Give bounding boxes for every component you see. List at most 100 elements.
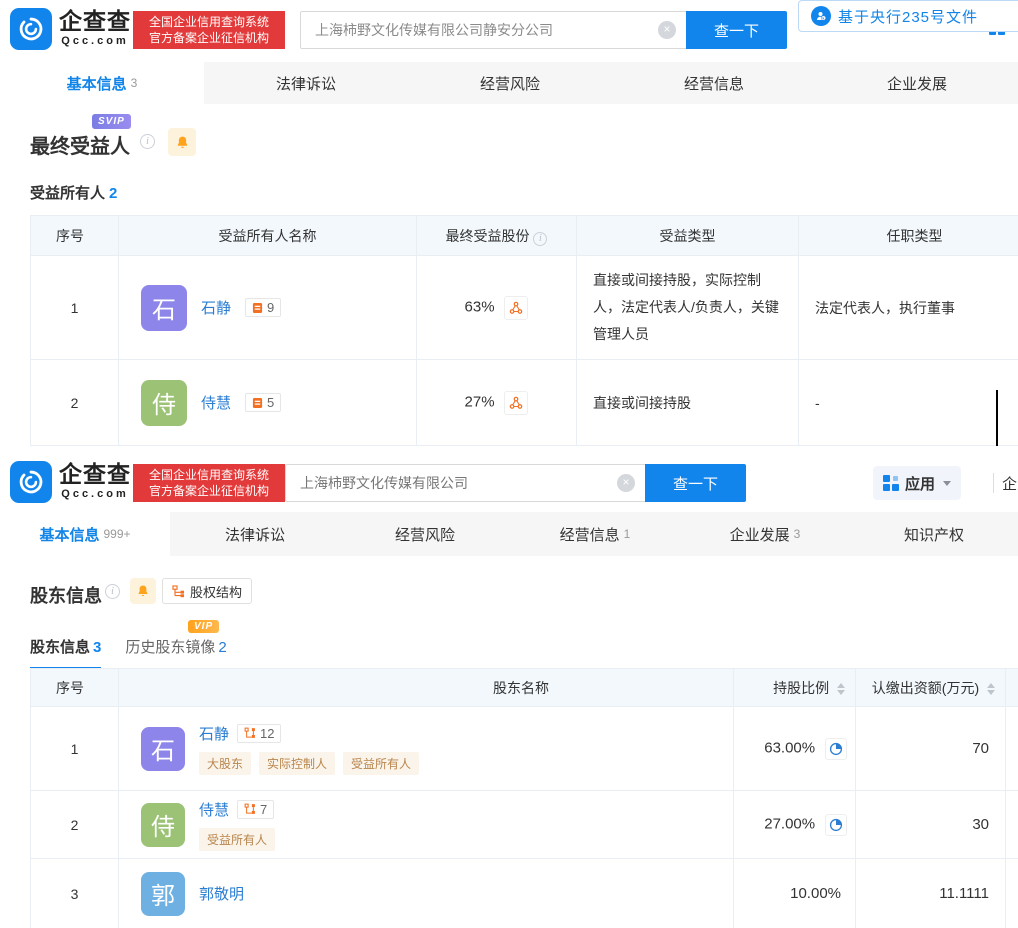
share-value: 63% [465, 298, 495, 315]
bottom-header: 企查查 Qcc.com 全国企业信用查询系统 官方备案企业征信机构 × 查一下 … [0, 453, 1018, 513]
table-row: 2 侍 侍慧 [31, 360, 1018, 446]
tab-company-development[interactable]: 企业发展 [816, 62, 1018, 104]
pie-chart-icon[interactable] [825, 814, 847, 836]
report-icon [252, 302, 263, 314]
brand-text[interactable]: 企查查 Qcc.com [58, 8, 132, 48]
col-shareholder-name: 股东名称 [119, 669, 734, 707]
subtab-shareholders[interactable]: 股东信息3 [30, 636, 101, 669]
person-link[interactable]: 侍慧 [199, 799, 229, 820]
beneficiary-person-icon: ¥ [811, 6, 831, 26]
vip-badge: VIP [188, 620, 219, 633]
shareholder-cell: 郭 郭敬明 [119, 859, 734, 928]
col-amount[interactable]: 认缴出资额(万元) [856, 669, 1006, 707]
person-link[interactable]: 石静 [199, 723, 229, 744]
col-ratio[interactable]: 持股比例 [734, 669, 856, 707]
benefit-type-cell: 直接或间接持股 [577, 360, 799, 446]
tab-count: 1 [624, 527, 631, 541]
apps-dropdown-button[interactable]: 应用 [873, 466, 961, 500]
slogan-line2: 官方备案企业征信机构 [139, 483, 279, 499]
position-type-cell: 法定代表人，执行董事 [799, 256, 1018, 360]
org-chart-icon [172, 585, 185, 598]
tab-legal[interactable]: 法律诉讼 [204, 62, 408, 104]
equity-structure-button[interactable]: 股权结构 [162, 578, 252, 604]
top-tab-bar: 基本信息 3 法律诉讼 经营风险 经营信息 企业发展 [0, 62, 1018, 104]
table-row: 1 石 石静 [31, 256, 1018, 360]
table-header-row: 序号 受益所有人名称 最终受益股份 i 受益类型 任职类型 [31, 216, 1018, 256]
equity-penetration-badge[interactable]: 12 [237, 724, 281, 743]
avatar: 石 [141, 285, 187, 331]
search-input[interactable] [285, 464, 645, 502]
person-link[interactable]: 郭敬明 [199, 883, 244, 904]
svip-badge: SVIP [92, 114, 131, 129]
tab-basic-info[interactable]: 基本信息 999+ [0, 512, 170, 556]
qcc-logo-icon[interactable] [10, 461, 52, 503]
subtab-history-mirror[interactable]: 历史股东镜像2 [125, 636, 226, 669]
info-icon[interactable]: i [105, 584, 120, 599]
person-cell: 石 石静 9 [119, 256, 417, 360]
benefit-type-cell: 直接或间接持股，实际控制人，法定代表人/负责人，关键管理人员 [577, 256, 799, 360]
search-input[interactable] [300, 11, 686, 49]
slogan-line1: 全国企业信用查询系统 [139, 14, 279, 30]
qcc-logo-icon[interactable] [10, 8, 52, 50]
avatar: 石 [141, 727, 185, 771]
brand-domain: Qcc.com [58, 34, 132, 48]
avatar: 侍 [141, 803, 185, 847]
monitor-bell-button[interactable] [130, 578, 156, 604]
equity-graph-icon[interactable] [504, 391, 528, 415]
amount-cell: 11.1111 [856, 859, 1006, 928]
chevron-down-icon [943, 481, 951, 486]
ratio-value: 27.00% [764, 815, 815, 832]
tab-operating-info[interactable]: 经营信息 1 [510, 512, 680, 556]
amount-cell: 30 [856, 791, 1006, 859]
person-link[interactable]: 石静 [201, 297, 231, 318]
search-box: × [285, 464, 645, 502]
row-index: 2 [31, 791, 119, 859]
apps-label: 应用 [905, 473, 935, 494]
person-cell: 侍 侍慧 5 [119, 360, 417, 446]
info-icon[interactable]: i [140, 134, 155, 149]
ratio-cell: 63.00% [734, 707, 856, 791]
brand-text[interactable]: 企查查 Qcc.com [58, 461, 132, 501]
search-button[interactable]: 查一下 [686, 11, 787, 49]
tab-label: 经营信息 [684, 73, 744, 94]
tab-count: 999+ [103, 527, 130, 541]
person-link[interactable]: 侍慧 [201, 392, 231, 413]
tab-operating-risk[interactable]: 经营风险 [408, 62, 612, 104]
badge-count: 12 [260, 726, 274, 741]
tab-label: 企业发展 [730, 524, 790, 545]
tab-operating-info[interactable]: 经营信息 [612, 62, 816, 104]
col-ratio-label: 持股比例 [773, 680, 829, 696]
monitor-bell-button[interactable] [168, 128, 196, 156]
equity-penetration-badge[interactable]: 7 [237, 800, 274, 819]
page: 企查查 Qcc.com 全国企业信用查询系统 官方备案企业征信机构 × 查一下 … [0, 0, 1018, 928]
tab-operating-risk[interactable]: 经营风险 [340, 512, 510, 556]
tab-intellectual-property[interactable]: 知识产权 [850, 512, 1018, 556]
position-type-cell: - [799, 360, 1018, 446]
col-share-label: 最终受益股份 [446, 228, 530, 244]
equity-graph-icon[interactable] [504, 296, 528, 320]
search-clear-icon[interactable]: × [617, 474, 635, 492]
related-companies-badge[interactable]: 5 [245, 393, 281, 412]
tab-company-development[interactable]: 企业发展 3 [680, 512, 850, 556]
avatar: 郭 [141, 872, 185, 916]
pboc-doc-link[interactable]: ¥ 基于央行235号文件 [798, 0, 1018, 32]
ratio-cell: 10.00% [734, 859, 856, 928]
tag-major-shareholder: 大股东 [199, 752, 251, 775]
shareholder-subtabs: 股东信息3 历史股东镜像2 [30, 636, 227, 669]
tag-actual-controller: 实际控制人 [259, 752, 335, 775]
tab-label: 基本信息 [39, 524, 99, 545]
tab-basic-info[interactable]: 基本信息 3 [0, 62, 204, 104]
share-value: 27% [465, 393, 495, 410]
search-clear-icon[interactable]: × [658, 21, 676, 39]
related-companies-badge[interactable]: 9 [245, 298, 281, 317]
col-benefit-type: 受益类型 [577, 216, 799, 256]
pie-chart-icon[interactable] [825, 738, 847, 760]
subtab-count: 3 [93, 639, 101, 656]
section-ultimate-beneficiary: 企查查 Qcc.com 全国企业信用查询系统 官方备案企业征信机构 × 查一下 … [0, 0, 1018, 450]
equity-structure-label: 股权结构 [190, 582, 242, 601]
enterprise-link[interactable]: 企业 [1002, 473, 1018, 494]
info-icon[interactable]: i [533, 232, 547, 246]
tab-legal[interactable]: 法律诉讼 [170, 512, 340, 556]
search-button[interactable]: 查一下 [645, 464, 746, 502]
col-extra [1006, 669, 1018, 707]
